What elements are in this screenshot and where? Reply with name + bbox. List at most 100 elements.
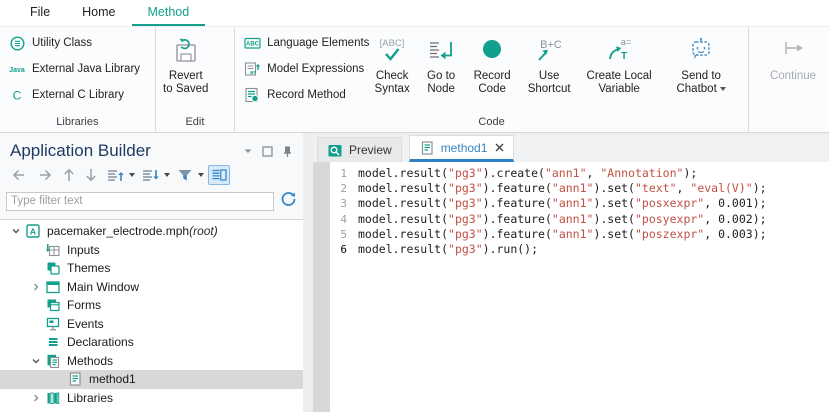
tree-item-libraries[interactable]: Libraries	[0, 389, 303, 408]
model-expressions-icon: a=	[244, 61, 261, 77]
line-number: 5	[330, 227, 347, 242]
button-label: Language Elements	[267, 37, 369, 49]
svg-text:ABC: ABC	[246, 42, 260, 48]
expander-open-icon[interactable]	[28, 356, 44, 366]
ribbon-tab-home[interactable]: Home	[66, 0, 131, 26]
button-label-line: Record	[474, 70, 511, 83]
record-code-button[interactable]: RecordCode	[465, 27, 519, 96]
move-down-button[interactable]	[139, 165, 162, 186]
button-label-line: Code	[478, 83, 506, 96]
arrow-down-icon	[84, 166, 98, 184]
editor-tab-method1[interactable]: method1	[409, 135, 515, 162]
model-expressions-button[interactable]: a= Model Expressions	[243, 60, 367, 78]
expander-closed-icon[interactable]	[28, 282, 44, 292]
use-shortcut-button[interactable]: B+CUseShortcut	[519, 27, 579, 96]
code-line-2[interactable]: 2model.result("pg3").feature("ann1").set…	[313, 181, 829, 196]
tree-item-main-window[interactable]: Main Window	[0, 278, 303, 297]
revert-to-saved-icon	[169, 35, 203, 67]
caret-down-icon[interactable]	[198, 173, 204, 177]
code-line-6[interactable]: 6model.result("pg3").run();	[313, 242, 829, 257]
details-toggle-button[interactable]	[208, 165, 230, 185]
record-method-button[interactable]: Record Method	[243, 86, 367, 104]
expander-closed-icon[interactable]	[28, 393, 44, 403]
ribbon-tab-file[interactable]: File	[14, 0, 66, 26]
tree-item-label: Events	[67, 317, 104, 331]
button-label-line: Create Local	[587, 70, 652, 83]
code-line-5[interactable]: 5 model.result("pg3").feature("ann1").set…	[313, 227, 829, 242]
code-lines: 1model.result("pg3").create("ann1", "Ann…	[313, 162, 829, 257]
arrow-right-button[interactable]	[34, 164, 56, 186]
button-label-line: Continue	[770, 70, 816, 83]
code-line-1[interactable]: 1model.result("pg3").create("ann1", "Ann…	[313, 166, 829, 181]
arrow-up-button[interactable]	[60, 164, 78, 186]
continue-button: Continue	[757, 27, 829, 83]
inputs-icon	[45, 242, 61, 258]
editor-tab-preview[interactable]: Preview	[317, 137, 402, 162]
tree-item-inputs[interactable]: Inputs	[0, 241, 303, 260]
caret-down-icon[interactable]	[129, 173, 135, 177]
tab-label: method1	[441, 141, 488, 155]
button-label: Record Method	[267, 89, 346, 101]
button-label-line: Go to	[427, 70, 455, 83]
tree-item-forms[interactable]: Forms	[0, 296, 303, 315]
line-number: 1	[330, 166, 347, 181]
group-label: Edit	[156, 116, 234, 128]
button-label: Model Expressions	[267, 63, 364, 75]
libraries-icon	[45, 390, 61, 406]
tree-toolbar	[0, 161, 303, 187]
refresh-icon[interactable]	[280, 190, 297, 212]
record-code-icon	[475, 35, 509, 67]
expander-open-icon[interactable]	[8, 226, 24, 236]
tree-item-label: pacemaker_electrode.mph	[47, 224, 189, 238]
tree-item-pacemaker-electrode-mph[interactable]: Apacemaker_electrode.mph (root)	[0, 222, 303, 241]
button-label-line: Send to	[681, 70, 721, 83]
tree-item-method1[interactable]: method1	[0, 370, 303, 389]
code-editor[interactable]: 1model.result("pg3").create("ann1", "Ann…	[313, 162, 829, 412]
c-icon: C	[9, 87, 25, 103]
check-syntax-button[interactable]: [ABC]CheckSyntax	[367, 27, 417, 96]
continue-icon	[773, 35, 813, 67]
create-local-variable-icon: a=T	[599, 35, 639, 67]
button-label-line: Variable	[598, 83, 639, 96]
language-elements-button[interactable]: ABC Language Elements	[243, 34, 367, 52]
pin-icon[interactable]	[282, 145, 293, 158]
button-label-line: Use	[539, 70, 559, 83]
line-number: 4	[330, 212, 347, 227]
filter-input[interactable]	[6, 192, 274, 211]
svg-text:T: T	[621, 51, 627, 62]
tree-item-themes[interactable]: Themes	[0, 259, 303, 278]
arrow-down-button[interactable]	[82, 164, 100, 186]
revert-to-saved-button[interactable]: Revertto Saved	[156, 27, 216, 96]
preview-icon	[327, 143, 343, 158]
external-java-library-button[interactable]: JavaExternal Java Library	[8, 60, 140, 78]
tree-item-label: Forms	[67, 298, 101, 312]
arrow-left-button[interactable]	[8, 164, 30, 186]
method-icon	[67, 371, 83, 387]
ribbon-group-continue: Continue	[749, 27, 829, 132]
close-icon[interactable]	[495, 143, 504, 152]
code-line-3[interactable]: 3model.result("pg3").feature("ann1").set…	[313, 196, 829, 211]
tree-item-methods[interactable]: Methods	[0, 352, 303, 371]
send-to-chatbot-button[interactable]: Send toChatbot	[659, 27, 743, 96]
ribbon-tab-method[interactable]: Method	[132, 0, 206, 26]
editor-tab-bar: Preview method1	[313, 135, 829, 162]
create-local-variable-button[interactable]: a=T Create LocalVariable	[579, 27, 659, 96]
themes-icon	[45, 260, 61, 276]
chevron-down-icon[interactable]	[243, 147, 253, 155]
maximize-icon[interactable]	[262, 146, 273, 157]
filter-button[interactable]	[174, 165, 196, 185]
external-c-library-button[interactable]: C External C Library	[8, 86, 140, 104]
events-icon	[45, 316, 61, 332]
tree-item-declarations[interactable]: Declarations	[0, 333, 303, 352]
go-to-node-button[interactable]: Go toNode	[417, 27, 465, 96]
code-text: model.result("pg3").feature("ann1").set(…	[358, 227, 767, 242]
ribbon-tab-bar: FileHomeMethod	[0, 0, 829, 27]
send-to-chatbot-icon	[684, 35, 718, 67]
code-line-4[interactable]: 4model.result("pg3").feature("ann1").set…	[313, 212, 829, 227]
caret-down-icon[interactable]	[164, 173, 170, 177]
panel-header-icons	[243, 145, 295, 158]
move-up-button[interactable]	[104, 165, 127, 186]
tree-item-events[interactable]: Events	[0, 315, 303, 334]
button-label: External C Library	[32, 89, 124, 101]
utility-class-button[interactable]: Utility Class	[8, 34, 140, 52]
